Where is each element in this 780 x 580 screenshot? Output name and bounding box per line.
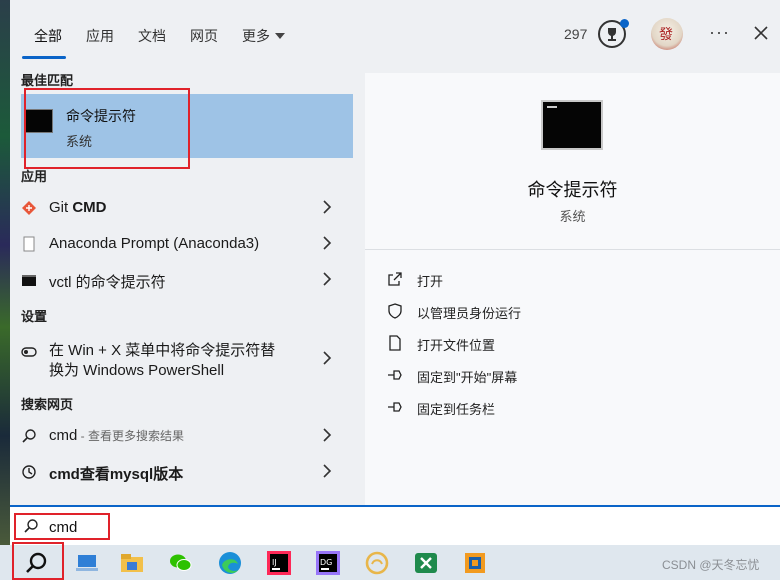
taskbar: IJ DG CSDN @天冬忘忧 bbox=[0, 542, 780, 580]
action-open[interactable]: 打开 bbox=[387, 268, 687, 292]
web-history-icon bbox=[22, 465, 36, 479]
edge-browser-icon[interactable] bbox=[217, 550, 243, 576]
wechat-icon[interactable] bbox=[168, 550, 194, 576]
action-run-as-admin[interactable]: 以管理员身份运行 bbox=[387, 300, 687, 324]
notes-app-icon[interactable] bbox=[364, 550, 390, 576]
preview-subtitle: 系统 bbox=[559, 209, 586, 224]
rewards-points: 297 bbox=[564, 26, 588, 42]
action-pin-to-taskbar[interactable]: 固定到任务栏 bbox=[387, 396, 687, 420]
search-bar bbox=[10, 505, 780, 545]
intellij-icon[interactable]: IJ bbox=[266, 550, 292, 576]
web-result-cmd[interactable]: cmd - 查看更多搜索结果 bbox=[10, 419, 365, 453]
excel-icon[interactable] bbox=[413, 550, 439, 576]
trophy-icon[interactable] bbox=[598, 19, 629, 48]
open-external-icon bbox=[388, 272, 402, 286]
shield-icon bbox=[388, 303, 402, 319]
preview-pane: 命令提示符 系统 打开 以管理员身份运行 打开文件位置 固定到"开始"屏幕 固定… bbox=[365, 73, 780, 505]
chevron-right-icon[interactable] bbox=[322, 235, 332, 251]
app-name-bold: CMD bbox=[72, 199, 107, 216]
tab-web[interactable]: 网页 bbox=[190, 26, 218, 46]
taskbar-search-button[interactable] bbox=[12, 542, 64, 580]
app-result-git-cmd[interactable]: Git CMD bbox=[10, 191, 365, 225]
file-explorer-icon[interactable] bbox=[119, 550, 145, 576]
web-query: cmd bbox=[49, 427, 78, 444]
user-avatar[interactable]: 發 bbox=[651, 18, 683, 50]
section-web: 搜索网页 bbox=[21, 397, 74, 412]
tab-apps[interactable]: 应用 bbox=[86, 26, 114, 46]
tab-documents[interactable]: 文档 bbox=[138, 26, 166, 46]
toggle-icon bbox=[21, 347, 37, 357]
action-open-file-location[interactable]: 打开文件位置 bbox=[387, 332, 687, 356]
tab-more-label: 更多 bbox=[242, 28, 270, 44]
web-result-label: cmd查看mysql版本 bbox=[49, 466, 184, 483]
file-location-icon bbox=[389, 335, 401, 351]
annotation-highlight-box bbox=[14, 513, 110, 540]
app-result-label: vctl 的命令提示符 bbox=[49, 274, 166, 291]
chevron-right-icon[interactable] bbox=[322, 463, 332, 479]
settings-result[interactable]: 在 Win + X 菜单中将命令提示符替 换为 Windows PowerShe… bbox=[10, 333, 365, 383]
action-label: 打开 bbox=[417, 274, 444, 289]
action-pin-to-start[interactable]: 固定到"开始"屏幕 bbox=[387, 364, 687, 388]
svg-text:DG: DG bbox=[320, 558, 332, 567]
desktop-background bbox=[0, 0, 10, 545]
pin-icon bbox=[388, 370, 402, 380]
close-icon[interactable] bbox=[752, 24, 770, 42]
annotation-highlight-box bbox=[24, 88, 190, 169]
section-best-match: 最佳匹配 bbox=[21, 73, 74, 88]
chevron-right-icon[interactable] bbox=[322, 427, 332, 443]
chevron-right-icon[interactable] bbox=[322, 199, 332, 215]
web-result-mysql[interactable]: cmd查看mysql版本 bbox=[10, 455, 365, 489]
svg-text:IJ: IJ bbox=[272, 558, 277, 567]
web-result-label: cmd - 查看更多搜索结果 bbox=[49, 427, 184, 444]
terminal-icon bbox=[22, 275, 36, 286]
top-bar: 全部 应用 文档 网页 更多 297 發 ··· bbox=[10, 0, 780, 68]
chevron-right-icon[interactable] bbox=[322, 350, 332, 366]
avatar-text: 發 bbox=[659, 27, 673, 43]
divider bbox=[365, 249, 780, 250]
app-result-vctl[interactable]: vctl 的命令提示符 bbox=[10, 263, 365, 297]
results-pane: 最佳匹配 命令提示符 系统 应用 Git CMD Anaconda Prompt… bbox=[10, 68, 365, 505]
chevron-right-icon[interactable] bbox=[322, 271, 332, 287]
more-options-icon[interactable]: ··· bbox=[709, 22, 730, 43]
settings-result-line2: 换为 Windows PowerShell bbox=[49, 362, 225, 379]
action-label: 固定到"开始"屏幕 bbox=[417, 370, 518, 385]
active-tab-indicator bbox=[22, 56, 66, 59]
settings-result-line1: 在 Win + X 菜单中将命令提示符替 bbox=[49, 342, 276, 359]
app-result-label: Git CMD bbox=[49, 199, 107, 216]
cmd-app-icon-large bbox=[541, 100, 603, 150]
web-hint: - 查看更多搜索结果 bbox=[77, 429, 185, 443]
datagrip-icon[interactable]: DG bbox=[315, 550, 341, 576]
watermark: CSDN @天冬忘忧 bbox=[662, 558, 760, 572]
preview-title: 命令提示符 bbox=[527, 180, 618, 200]
tab-all[interactable]: 全部 bbox=[34, 26, 62, 46]
document-icon bbox=[23, 236, 35, 252]
app-result-anaconda[interactable]: Anaconda Prompt (Anaconda3) bbox=[10, 227, 365, 261]
app-result-label: Anaconda Prompt (Anaconda3) bbox=[49, 235, 260, 252]
action-label: 打开文件位置 bbox=[417, 338, 496, 353]
notification-dot bbox=[620, 19, 629, 28]
search-icon bbox=[22, 429, 36, 443]
pin-icon bbox=[388, 402, 402, 412]
action-label: 固定到任务栏 bbox=[417, 402, 496, 417]
app-name-prefix: Git bbox=[49, 199, 73, 216]
virtualbox-icon[interactable] bbox=[462, 550, 488, 576]
annotation-highlight-box bbox=[12, 542, 64, 580]
caret-down-icon bbox=[275, 33, 285, 39]
search-panel: 全部 应用 文档 网页 更多 297 發 ··· 最佳匹配 命令提示符 系统 应… bbox=[10, 0, 780, 545]
action-label: 以管理员身份运行 bbox=[417, 306, 522, 321]
section-settings: 设置 bbox=[21, 309, 48, 324]
desktop-laptop-icon[interactable] bbox=[74, 550, 100, 576]
tab-more[interactable]: 更多 bbox=[242, 26, 285, 46]
git-diamond-icon bbox=[22, 201, 36, 215]
section-apps: 应用 bbox=[21, 169, 48, 184]
